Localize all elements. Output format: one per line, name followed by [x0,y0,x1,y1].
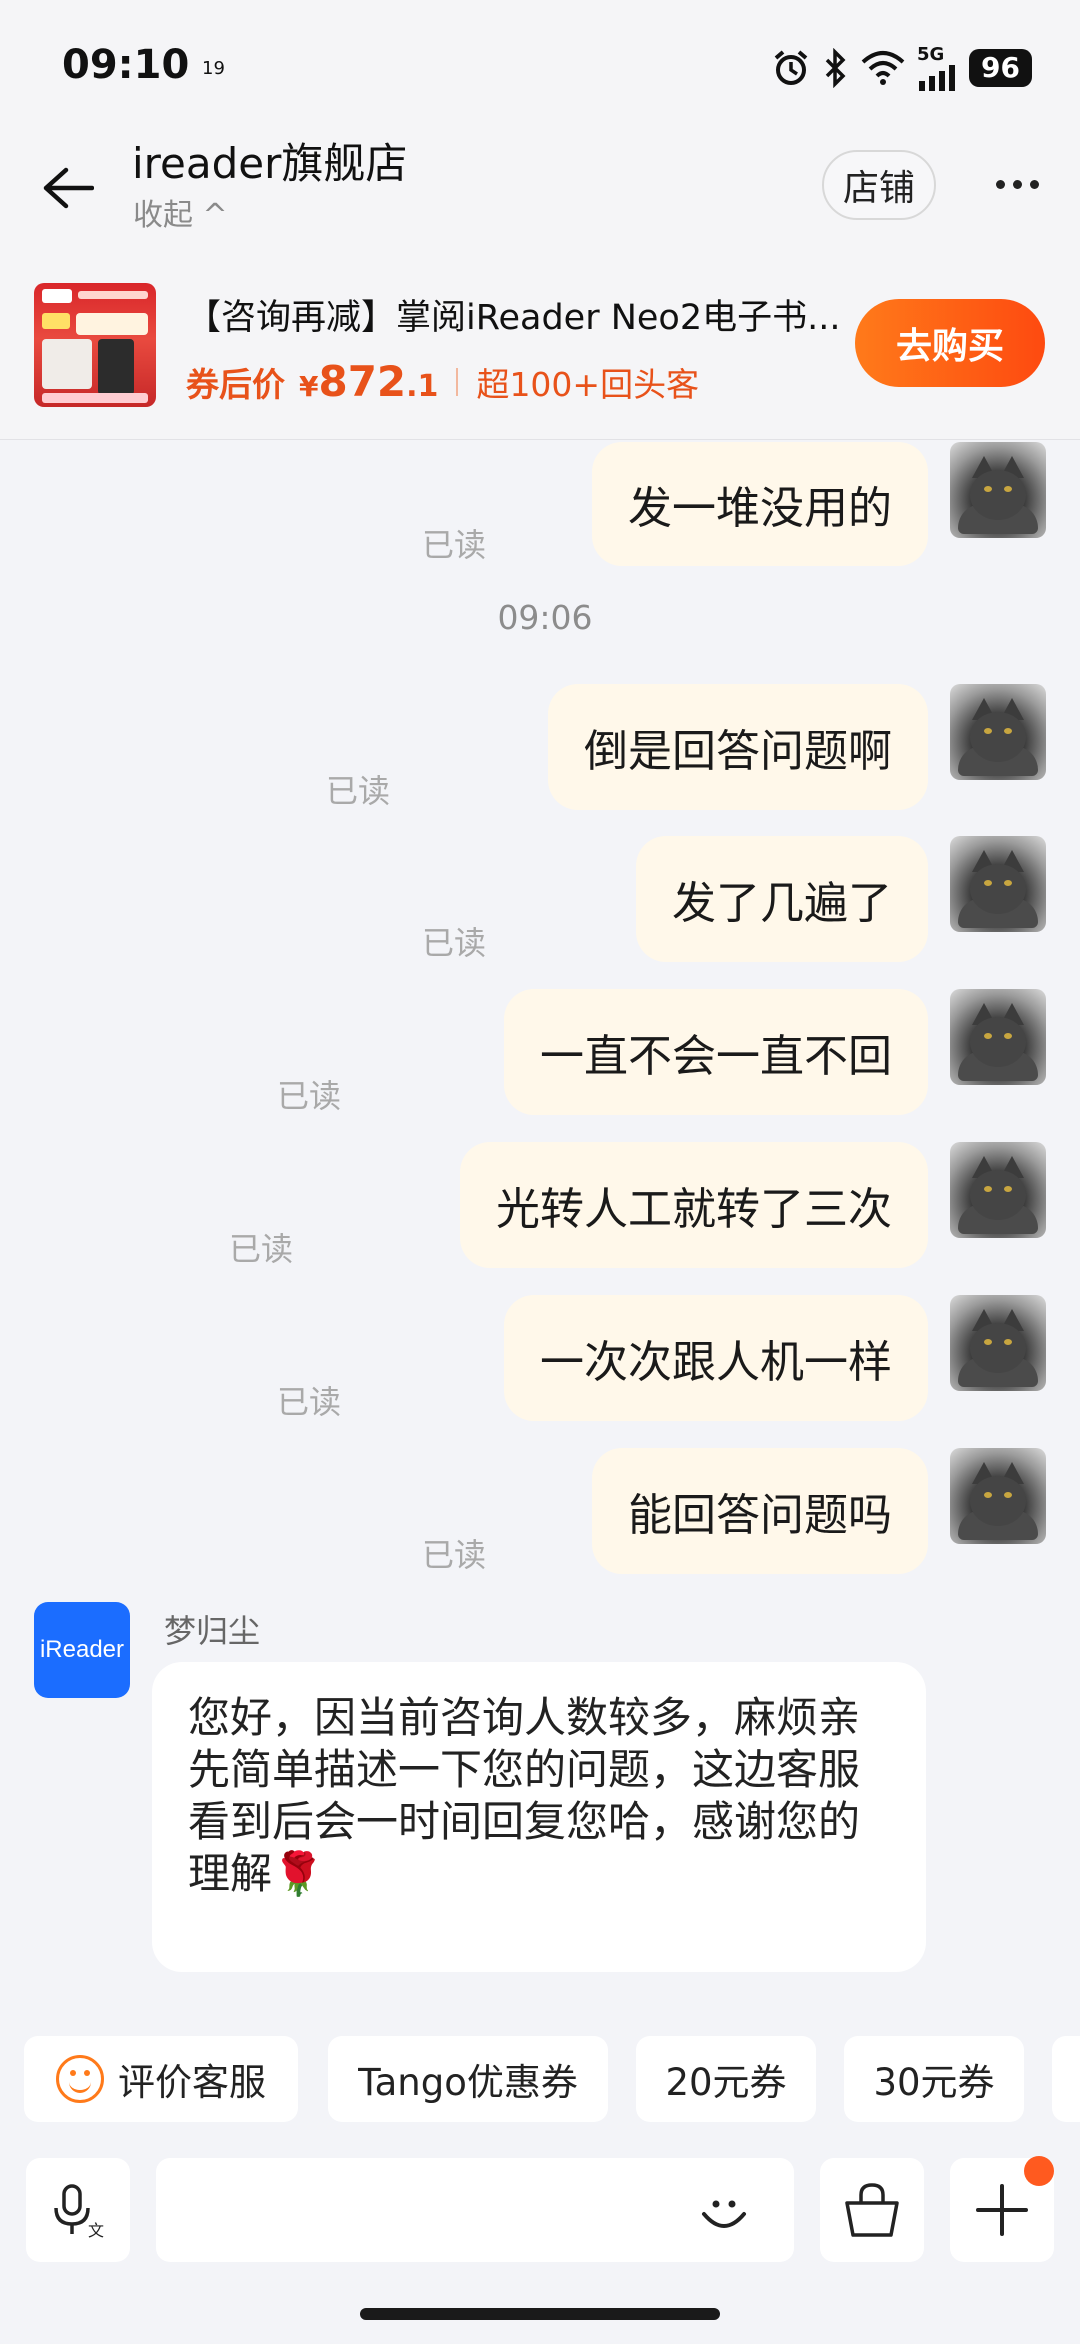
read-status: 已读 [325,772,390,810]
status-time: 09:10 [62,42,190,88]
plus-icon [976,2184,1028,2236]
emoji-icon[interactable] [694,2180,754,2240]
read-status: 已读 [276,1077,341,1115]
buy-button[interactable]: 去购买 [855,299,1045,387]
chip-rate-service[interactable]: 评价客服 [24,2036,298,2122]
chip-label: 30元券 [873,2061,995,2104]
agent-avatar[interactable]: iReader [34,1602,130,1698]
message-row: 已读 发一堆没用的 [0,442,1080,572]
user-avatar[interactable] [950,1448,1046,1544]
divider [456,367,459,396]
notification-badge: 19 [202,58,225,79]
chip-20-coupon[interactable]: 20元券 [636,2036,816,2122]
read-status: 已读 [421,1536,486,1574]
home-indicator[interactable] [360,2308,720,2320]
wifi-icon [861,50,905,85]
user-avatar[interactable] [950,684,1046,780]
price-decimal: .1 [406,369,439,404]
quick-reply-bar: 评价客服 Tango优惠券 20元券 30元券 [0,2036,1080,2126]
svg-text:文: 文 [88,2221,104,2240]
returning-customers: 超100+回头客 [476,365,700,404]
back-arrow-icon [43,167,94,209]
smile-icon [56,2055,104,2103]
message-row: 已读 能回答问题吗 [0,1448,1080,1578]
user-avatar[interactable] [950,1142,1046,1238]
chip-label: Tango优惠券 [358,2061,578,2104]
chat-header: ireader旗舰店 收起 ^ 店铺 [0,130,1080,265]
alarm-icon [774,49,808,85]
status-bar: 09:10 19 5G 96 [0,0,1080,130]
read-status: 已读 [421,924,486,962]
read-status: 已读 [228,1230,293,1268]
chip-partial[interactable] [1052,2036,1080,2122]
message-bubble[interactable]: 能回答问题吗 [592,1448,928,1574]
network-type: 5G [917,44,945,65]
message-row: 已读 光转人工就转了三次 [0,1142,1080,1272]
product-title[interactable]: 【咨询再减】掌阅iReader Neo2电子书... [186,289,846,340]
chip-label: 评价客服 [118,2061,266,2104]
notification-dot [1024,2156,1054,2186]
status-icons: 5G 96 [771,44,1032,91]
chip-tango-coupon[interactable]: Tango优惠券 [328,2036,608,2122]
chip-label: 20元券 [665,2061,787,2104]
user-avatar[interactable] [950,442,1046,538]
battery-indicator: 96 [969,48,1032,87]
back-button[interactable] [38,158,98,218]
more-options-button[interactable] [984,156,1050,212]
product-bag-button[interactable] [820,2158,924,2262]
message-row: 已读 发了几遍了 [0,836,1080,966]
shop-name: ireader旗舰店 [132,139,408,188]
collapse-toggle[interactable]: 收起 ^ [133,190,228,234]
message-bubble[interactable]: 一直不会一直不回 [504,989,928,1115]
price-label: 券后价 [186,365,285,404]
chip-30-coupon[interactable]: 30元券 [844,2036,1024,2122]
more-dot-icon [1029,179,1039,189]
sender-name: 梦归尘 [164,1612,261,1650]
message-bubble[interactable]: 倒是回答问题啊 [548,684,928,810]
product-thumbnail[interactable] [34,283,156,407]
read-status: 已读 [421,526,486,564]
voice-input-button[interactable]: 文 [26,2158,130,2262]
shopping-bag-icon [845,2183,899,2237]
message-timestamp: 09:06 [497,598,593,637]
more-dot-icon [995,179,1005,189]
message-row: 已读 倒是回答问题啊 [0,684,1080,814]
message-row: 已读 一次次跟人机一样 [0,1295,1080,1425]
rose-emoji: 🌹 [272,1849,325,1898]
more-dot-icon [1012,179,1022,189]
bluetooth-icon [825,47,846,88]
message-row: 已读 一直不会一直不回 [0,989,1080,1119]
message-bubble[interactable]: 发一堆没用的 [592,442,928,566]
read-status: 已读 [276,1383,341,1421]
currency-symbol: ¥ [299,370,319,403]
store-button[interactable]: 店铺 [822,150,936,220]
user-avatar[interactable] [950,836,1046,932]
message-bubble[interactable]: 光转人工就转了三次 [460,1142,928,1268]
message-bubble[interactable]: 发了几遍了 [636,836,928,962]
price-integer: 872 [318,357,407,406]
user-avatar[interactable] [950,1295,1046,1391]
message-bubble[interactable]: 一次次跟人机一样 [504,1295,928,1421]
signal-icon [919,65,956,91]
price-row: 券后价 ¥ 872 .1 超100+回头客 [186,357,699,406]
product-card[interactable]: 【咨询再减】掌阅iReader Neo2电子书... 券后价 ¥ 872 .1 … [0,265,1080,440]
user-avatar[interactable] [950,989,1046,1085]
incoming-message-bubble[interactable]: 您好，因当前咨询人数较多，麻烦亲先简单描述一下您的问题，这边客服看到后会一时间回… [152,1662,926,1972]
microphone-icon: 文 [54,2184,104,2240]
